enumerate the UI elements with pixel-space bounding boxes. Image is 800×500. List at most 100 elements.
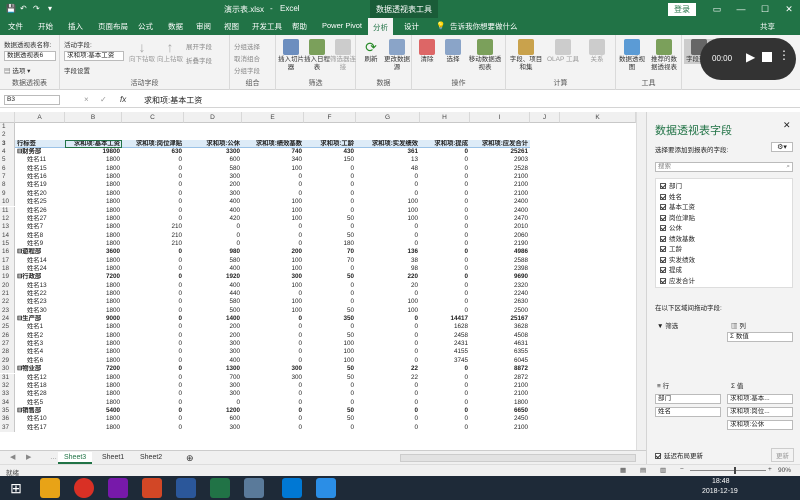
table-cell[interactable]: 300 — [184, 340, 242, 348]
table-cell[interactable]: 0 — [184, 223, 242, 231]
table-cell[interactable]: 210 — [122, 232, 184, 240]
filter-connections-button[interactable]: 筛选器连接 — [330, 39, 356, 72]
table-cell[interactable]: 0 — [304, 198, 356, 206]
refresh-button[interactable]: ⟳ 刷新 — [358, 39, 384, 64]
row-number[interactable]: 15 — [0, 239, 15, 249]
relationships-button[interactable]: 关系 — [582, 39, 612, 64]
table-cell[interactable]: 0 — [242, 407, 304, 415]
field-checkbox-item[interactable]: 部门 — [660, 183, 682, 191]
zoom-out-icon[interactable]: − — [680, 466, 684, 473]
field-checkbox-item[interactable]: 提成 — [660, 267, 682, 275]
table-cell[interactable]: 50 — [304, 215, 356, 223]
active-field-input[interactable]: 求和项:基本工资 — [64, 51, 124, 61]
table-cell[interactable]: 0 — [122, 265, 184, 273]
collapse-field-button[interactable]: 折叠字段 — [186, 55, 212, 65]
table-cell[interactable]: 0 — [304, 282, 356, 290]
table-cell[interactable]: 0 — [242, 315, 304, 323]
table-cell[interactable]: 0 — [242, 290, 304, 298]
table-cell[interactable]: 0 — [356, 315, 420, 323]
sheet-tab-sheet2[interactable]: Sheet2 — [134, 452, 168, 464]
pivot-header-cell[interactable]: 求和项:公休 — [184, 139, 242, 149]
page-layout-view-icon[interactable]: ▤ — [640, 466, 646, 474]
table-cell[interactable]: 0 — [242, 415, 304, 423]
table-cell[interactable]: 0 — [122, 290, 184, 298]
table-cell[interactable]: 100 — [242, 198, 304, 206]
table-cell[interactable]: 6650 — [470, 407, 530, 415]
qat-more-icon[interactable]: ▾ — [48, 4, 52, 13]
column-header[interactable]: D — [184, 112, 242, 123]
table-cell[interactable]: 300 — [242, 273, 304, 281]
table-cell[interactable]: 姓名7 — [15, 223, 65, 231]
table-cell[interactable]: 22 — [356, 374, 420, 382]
pivot-header-cell[interactable]: 求和项:工龄 — [304, 139, 356, 149]
pane-settings-gear-icon[interactable]: ⚙▾ — [771, 142, 793, 152]
table-cell[interactable]: 1800 — [65, 340, 122, 348]
sheet-scroll-left-icon[interactable]: ◀ — [4, 452, 21, 464]
table-cell[interactable]: 50 — [304, 365, 356, 373]
table-cell[interactable]: 5400 — [65, 407, 122, 415]
table-cell[interactable]: 0 — [304, 390, 356, 398]
pivotchart-button[interactable]: 数据透视图 — [618, 39, 646, 72]
table-cell[interactable]: 440 — [184, 290, 242, 298]
table-cell[interactable]: 0 — [122, 399, 184, 407]
row-number[interactable]: 34 — [0, 398, 15, 407]
table-cell[interactable]: 0 — [304, 424, 356, 432]
table-cell[interactable]: 0 — [304, 165, 356, 173]
column-header[interactable]: E — [242, 112, 304, 123]
table-cell[interactable]: 25261 — [470, 148, 530, 156]
table-cell[interactable]: 0 — [356, 382, 420, 390]
table-cell[interactable]: 姓名10 — [15, 415, 65, 423]
table-cell[interactable]: 1400 — [184, 315, 242, 323]
olap-tools-button[interactable]: OLAP 工具 — [546, 39, 580, 64]
table-cell[interactable]: 580 — [184, 257, 242, 265]
row-number[interactable]: 35 — [0, 406, 15, 416]
table-cell[interactable]: 0 — [242, 223, 304, 231]
recorder-app-icon[interactable] — [282, 478, 302, 498]
vertical-scrollbar[interactable] — [636, 112, 646, 450]
table-cell[interactable]: 0 — [184, 399, 242, 407]
table-cell[interactable]: 0 — [122, 207, 184, 215]
table-cell[interactable]: 2903 — [470, 156, 530, 164]
row-number[interactable]: 18 — [0, 264, 15, 274]
row-number[interactable]: 37 — [0, 423, 15, 432]
table-cell[interactable]: 0 — [304, 298, 356, 306]
table-cell[interactable]: 0 — [420, 374, 470, 382]
field-checkbox-item[interactable]: 姓名 — [660, 193, 682, 202]
table-cell[interactable]: 340 — [242, 156, 304, 164]
pivot-header-cell[interactable]: 求和项:提成 — [420, 139, 470, 149]
row-number[interactable]: 27 — [0, 340, 15, 349]
table-cell[interactable]: 姓名18 — [15, 382, 65, 390]
table-cell[interactable]: 1800 — [65, 181, 122, 189]
table-cell[interactable]: 50 — [304, 307, 356, 315]
table-cell[interactable]: 1800 — [65, 282, 122, 290]
table-cell[interactable]: 2458 — [420, 332, 470, 340]
table-cell[interactable]: 姓名1 — [15, 323, 65, 331]
table-cell[interactable]: 0 — [420, 207, 470, 215]
table-cell[interactable]: 0 — [242, 181, 304, 189]
table-cell[interactable]: 2320 — [470, 282, 530, 290]
table-cell[interactable]: 姓名15 — [15, 165, 65, 173]
table-cell[interactable]: 0 — [420, 365, 470, 373]
table-cell[interactable]: 0 — [242, 173, 304, 181]
table-cell[interactable]: 0 — [420, 173, 470, 181]
table-cell[interactable]: 50 — [304, 232, 356, 240]
field-checkbox-item[interactable]: 应发合计 — [660, 277, 695, 286]
table-cell[interactable]: 2100 — [470, 382, 530, 390]
table-cell[interactable]: 0 — [356, 190, 420, 198]
pivot-header-cell[interactable]: 求和项:应发合计 — [470, 139, 530, 149]
table-cell[interactable]: 1800 — [65, 399, 122, 407]
table-cell[interactable]: 2100 — [470, 190, 530, 198]
field-settings-button[interactable]: 字段设置 — [64, 65, 90, 75]
column-header[interactable]: G — [356, 112, 420, 123]
table-cell[interactable]: 姓名5 — [15, 399, 65, 407]
minimize-icon[interactable]: — — [728, 2, 754, 16]
table-cell[interactable]: 0 — [420, 307, 470, 315]
table-cell[interactable]: 姓名20 — [15, 190, 65, 198]
table-cell[interactable]: 2431 — [420, 340, 470, 348]
table-cell[interactable]: 0 — [304, 181, 356, 189]
table-cell[interactable]: 0 — [356, 340, 420, 348]
table-cell[interactable]: 0 — [420, 424, 470, 432]
table-cell[interactable]: 100 — [356, 215, 420, 223]
row-number[interactable]: 25 — [0, 323, 15, 332]
share-button[interactable]: 共享 — [760, 21, 775, 32]
